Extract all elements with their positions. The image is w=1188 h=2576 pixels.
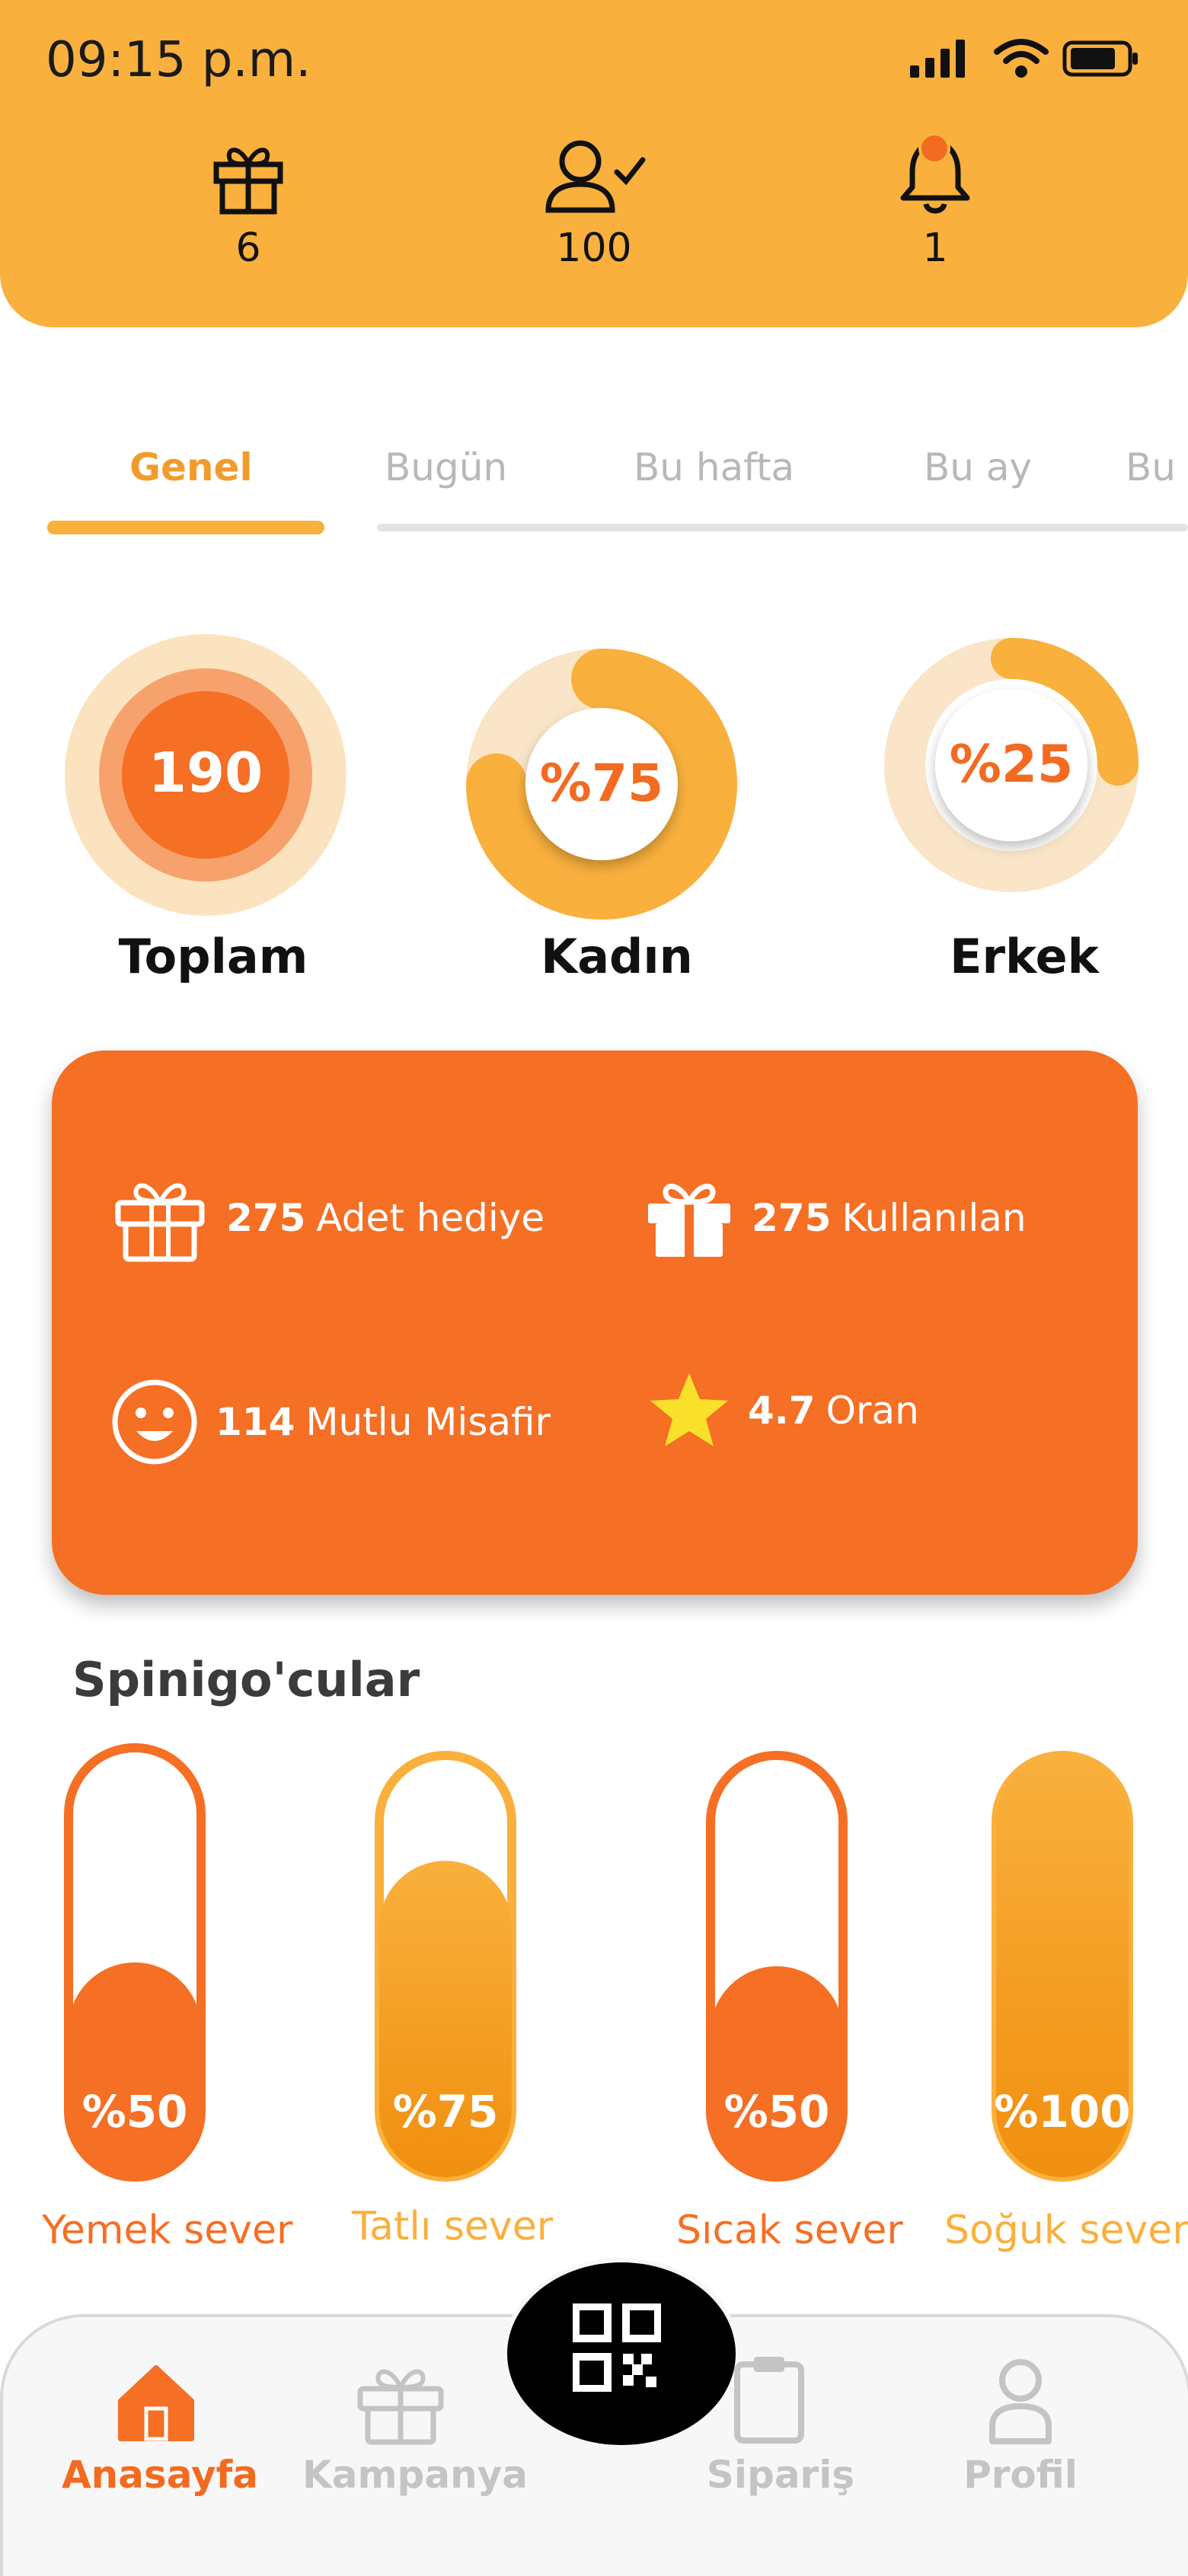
nav-campaign-label[interactable]: Kampanya [278,2453,552,2497]
stat-happy-text: Mutlu Misafir [305,1400,551,1444]
male-label: Erkek [950,929,1099,984]
male-value: %25 [950,735,1074,795]
battery-icon [1062,40,1138,77]
tab-bu-hafta[interactable]: Bu hafta [634,445,794,489]
qr-code-icon [573,2303,661,2392]
notifications-count: 1 [922,225,948,271]
stat-happy-number: 114 [216,1400,295,1444]
pill-tatli-label: Tatlı sever [352,2204,554,2249]
stat-used-number: 275 [752,1196,832,1240]
users-count: 100 [556,225,632,271]
male-ring: %25 [884,638,1138,892]
pill-soguk-value-wrap: %100 [990,1749,1135,2183]
pill-tatli-value-wrap: %75 [373,1749,518,2183]
pill-sicak-label: Sıcak sever [676,2208,903,2253]
tab-genel[interactable]: Genel [129,445,253,489]
total-value: 190 [148,741,263,805]
nav-campaign[interactable] [354,2360,447,2448]
user-icon [989,2359,1052,2444]
pill-yemek-value-wrap: %50 [62,1742,207,2183]
total-circle: 190 [65,634,346,916]
female-ring: %75 [466,649,737,920]
status-time: 09:15 p.m. [46,32,311,88]
nav-orders-label[interactable]: Sipariş [644,2453,918,2497]
stat-rating: 4.7 Oran [647,1370,919,1451]
stat-gifts-text: Adet hediye [316,1196,545,1240]
users-stat[interactable]: 100 [518,137,670,271]
star-icon [650,1373,728,1446]
gift-outline-icon [115,1183,205,1262]
pill-soguk-label: Soğuk sever [944,2208,1188,2253]
stat-used-text: Kullanılan [842,1196,1027,1240]
pill-yemek-value: %50 [81,2086,188,2138]
stat-rating-text: Oran [826,1388,919,1433]
nav-profile[interactable] [986,2356,1055,2449]
tab-bu-ay[interactable]: Bu ay [924,445,1032,489]
home-icon [118,2365,194,2441]
nav-home-label[interactable]: Anasayfa [23,2453,297,2497]
pill-yemek-label: Yemek sever [42,2208,293,2253]
section-title: Spinigo'cular [72,1652,420,1707]
stats-card [52,1050,1138,1595]
female-value: %75 [540,754,664,814]
nav-home[interactable] [114,2360,198,2447]
tab-track [377,524,1188,531]
qr-scan-button[interactable] [503,2258,740,2450]
wifi-icon [994,39,1049,78]
stat-used: 275 Kullanılan [644,1176,1027,1260]
gifts-stat[interactable]: 6 [172,137,324,271]
notifications-stat[interactable]: 1 [859,132,1011,271]
signal-icon [910,40,965,78]
stat-happy-guests: 114 Mutlu Misafir [110,1378,551,1466]
total-label: Toplam [118,929,308,984]
stat-rating-number: 4.7 [748,1388,816,1433]
pill-soguk-value: %100 [994,2086,1131,2138]
clipboard-icon [734,2357,804,2444]
gift-icon [648,1184,730,1257]
female-label: Kadın [541,929,693,984]
stat-gifts-total: 275 Adet hediye [110,1172,544,1264]
pill-tatli-value: %75 [392,2086,499,2138]
stat-gifts-number: 275 [226,1196,306,1240]
user-check-icon [545,140,646,213]
tab-bu-yil[interactable]: Bu [1126,445,1176,489]
gift-icon [357,2369,444,2445]
nav-orders[interactable] [731,2352,807,2448]
pill-sicak-value: %50 [723,2086,830,2138]
tab-bugun[interactable]: Bugün [385,445,507,489]
nav-profile-label[interactable]: Profil [883,2453,1158,2497]
smile-icon [112,1379,197,1465]
gifts-count: 6 [235,225,261,271]
pill-sicak-value-wrap: %50 [704,1749,849,2183]
gift-icon [213,148,283,215]
notification-dot [918,132,950,164]
tab-active-indicator [47,521,324,534]
